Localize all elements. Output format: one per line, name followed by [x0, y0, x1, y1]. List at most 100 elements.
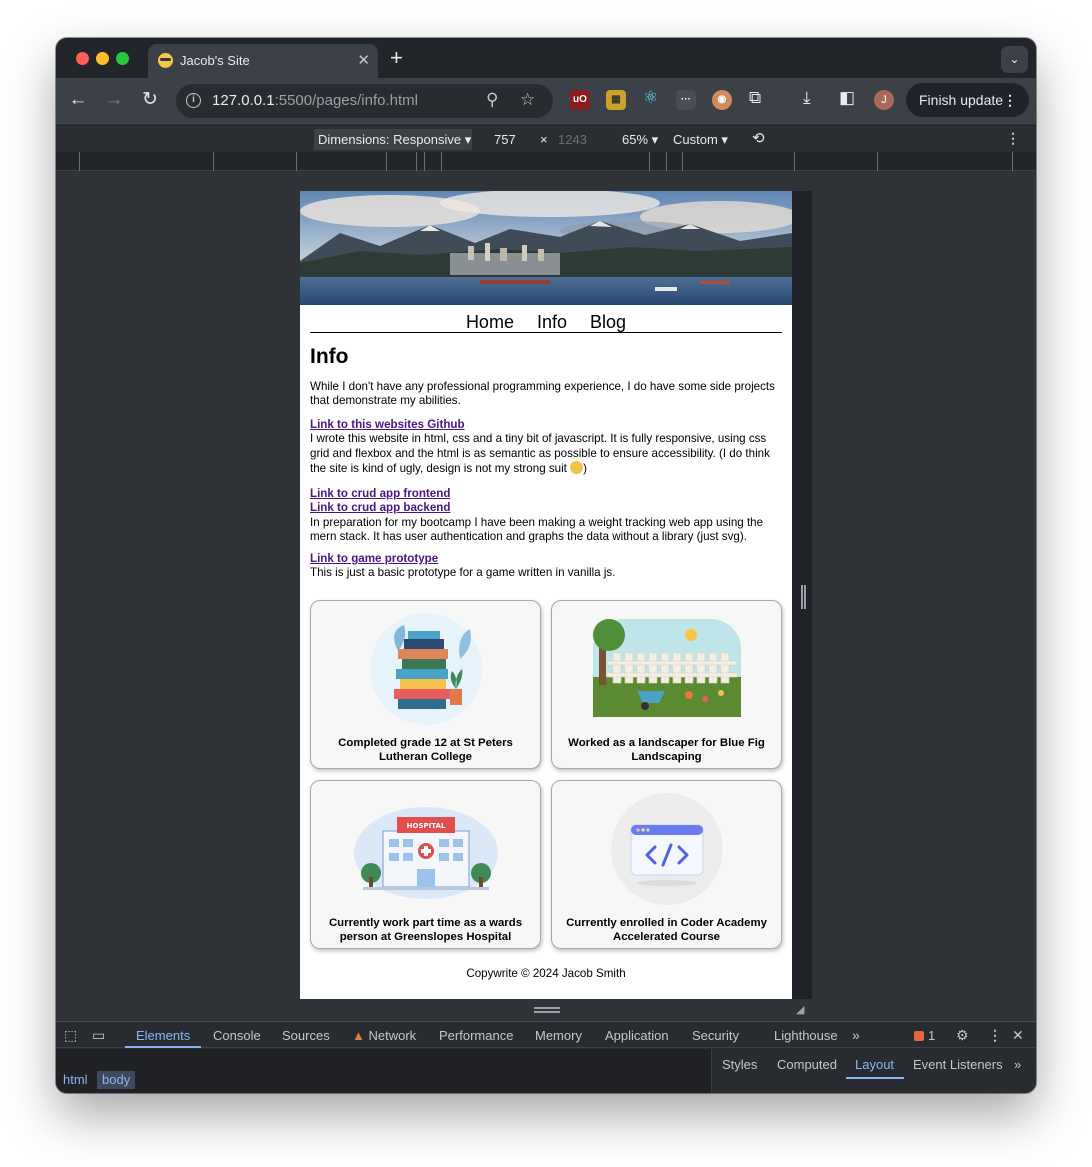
- favicon-icon: [158, 53, 173, 68]
- react-devtools-icon[interactable]: ⚛: [643, 88, 658, 108]
- inspect-element-icon[interactable]: ⬚: [64, 1027, 77, 1044]
- site-footer: Copywrite © 2024 Jacob Smith: [466, 967, 626, 980]
- width-input[interactable]: 757: [494, 132, 516, 147]
- svg-text:HOSPITAL: HOSPITAL: [406, 822, 445, 830]
- github-description-end: ): [583, 461, 588, 475]
- height-input[interactable]: 1243: [558, 132, 587, 147]
- tab-application[interactable]: Application: [605, 1028, 669, 1043]
- elements-tree: html body: [56, 1049, 711, 1093]
- back-button[interactable]: ←: [66, 88, 90, 112]
- rendered-page: Home Info Blog Info While I don't have a…: [300, 191, 792, 999]
- address-bar[interactable]: i 127.0.0.1:5500/pages/info.html ⚲ ☆: [176, 84, 553, 118]
- tab-memory[interactable]: Memory: [535, 1028, 582, 1043]
- tab-search-button[interactable]: ⌄: [1001, 46, 1028, 73]
- github-link[interactable]: Link to this websites Github: [310, 418, 465, 431]
- nav-blog-link[interactable]: Blog: [590, 312, 626, 332]
- nav-info-link[interactable]: Info: [537, 312, 567, 332]
- url-text[interactable]: 127.0.0.1:5500/pages/info.html: [212, 92, 418, 109]
- active-tab-indicator: [125, 1046, 201, 1048]
- finish-update-button[interactable]: Finish update ⋮: [906, 83, 1029, 117]
- card-coder-academy: Currently enrolled in Coder Academy Acce…: [551, 780, 782, 949]
- game-section: Link to game prototype This is just a ba…: [310, 552, 782, 581]
- card-landscaper: Worked as a landscaper for Blue Fig Land…: [551, 600, 782, 769]
- crud-frontend-link[interactable]: Link to crud app frontend: [310, 487, 450, 500]
- media-query-ruler: [56, 152, 1036, 171]
- card-caption: Worked as a landscaper for Blue Fig Land…: [568, 737, 765, 763]
- tab-title: Jacob's Site: [180, 53, 250, 68]
- breadcrumb-html[interactable]: html: [58, 1071, 93, 1089]
- bookmark-star-icon[interactable]: ☆: [520, 90, 535, 110]
- issues-badge[interactable]: 1: [914, 1028, 935, 1043]
- styles-sidebar: Styles Computed Layout Event Listeners »: [711, 1049, 1036, 1093]
- tab-strip: Jacob's Site ✕ + ⌄: [56, 38, 1036, 78]
- site-info-icon[interactable]: i: [186, 93, 201, 108]
- reload-button[interactable]: ↻: [138, 88, 162, 112]
- browser-tab[interactable]: Jacob's Site ✕: [148, 44, 378, 78]
- tab-lighthouse[interactable]: Lighthouse: [774, 1028, 838, 1043]
- close-devtools-icon[interactable]: ✕: [1012, 1027, 1024, 1044]
- zoom-select[interactable]: 65% ▾: [622, 132, 658, 148]
- page-heading: Info: [310, 345, 349, 368]
- more-extension-icon[interactable]: ···: [676, 90, 696, 110]
- new-tab-button[interactable]: +: [390, 45, 403, 71]
- dimension-times: ×: [540, 132, 548, 147]
- tab-console[interactable]: Console: [213, 1028, 261, 1043]
- tab-layout[interactable]: Layout: [855, 1057, 894, 1072]
- close-window-button[interactable]: [76, 52, 89, 65]
- more-side-tabs-icon[interactable]: »: [1014, 1057, 1021, 1072]
- ublock-extension-icon[interactable]: uO: [570, 90, 590, 110]
- width-resize-handle[interactable]: [801, 585, 806, 609]
- throttle-select[interactable]: Custom ▾: [673, 132, 728, 148]
- corner-resize-handle-icon[interactable]: ◢: [796, 1003, 804, 1016]
- maximize-window-button[interactable]: [116, 52, 129, 65]
- download-icon[interactable]: ⤓: [803, 88, 811, 108]
- side-panel-icon[interactable]: ◧: [839, 88, 855, 108]
- crud-backend-link[interactable]: Link to crud app backend: [310, 501, 450, 514]
- tab-performance[interactable]: Performance: [439, 1028, 513, 1043]
- github-section: Link to this websites Github I wrote thi…: [310, 418, 782, 476]
- header-banner-image: [300, 191, 792, 305]
- intro-paragraph: While I don't have any professional prog…: [310, 380, 775, 408]
- forward-button[interactable]: →: [102, 88, 126, 112]
- warning-icon: ▲: [352, 1028, 365, 1043]
- extension-icon[interactable]: ▦: [606, 90, 626, 110]
- tab-computed[interactable]: Computed: [777, 1057, 837, 1072]
- card-caption: Completed grade 12 at St Peters Lutheran…: [338, 737, 513, 763]
- browser-window: Jacob's Site ✕ + ⌄ ← → ↻ i 127.0.0.1:550…: [56, 38, 1036, 1093]
- garden-icon: [592, 619, 741, 717]
- more-tabs-icon[interactable]: »: [852, 1027, 860, 1043]
- card-school: Completed grade 12 at St Peters Lutheran…: [310, 600, 541, 769]
- tab-elements[interactable]: Elements: [136, 1028, 190, 1043]
- minimize-window-button[interactable]: [96, 52, 109, 65]
- close-tab-icon[interactable]: ✕: [357, 51, 370, 69]
- active-side-tab-indicator: [846, 1077, 904, 1079]
- zoom-icon[interactable]: ⚲: [486, 90, 498, 110]
- github-description: I wrote this website in html, css and a …: [310, 432, 770, 475]
- rotate-icon[interactable]: ⟲: [752, 129, 765, 147]
- breadcrumb-body[interactable]: body: [97, 1071, 136, 1089]
- crud-section: Link to crud app frontend Link to crud a…: [310, 487, 782, 544]
- devtools-tabbar: ⬚ ▭ Elements Console Sources ▲ Network P…: [56, 1022, 1036, 1048]
- menu-dots-icon[interactable]: ⋮: [1003, 83, 1017, 117]
- height-resize-handle[interactable]: [534, 1007, 560, 1013]
- card-hospital: HOSPITAL Currently work part time as a w…: [310, 780, 541, 949]
- tab-event-listeners[interactable]: Event Listeners: [913, 1057, 1003, 1072]
- settings-gear-icon[interactable]: ⚙: [956, 1027, 969, 1044]
- browser-toolbar: ← → ↻ i 127.0.0.1:5500/pages/info.html ⚲…: [56, 78, 1036, 124]
- code-window-icon: [610, 793, 723, 905]
- device-more-icon[interactable]: ⋮: [1006, 130, 1020, 147]
- nav-home-link[interactable]: Home: [466, 312, 514, 332]
- tab-sources[interactable]: Sources: [282, 1028, 330, 1043]
- profile-avatar[interactable]: J: [874, 90, 894, 110]
- tab-network[interactable]: ▲ Network: [352, 1028, 416, 1043]
- books-icon: [369, 613, 482, 725]
- devtools-panel: ⬚ ▭ Elements Console Sources ▲ Network P…: [56, 1021, 1036, 1093]
- glasses-extension-icon[interactable]: ◉: [712, 90, 732, 110]
- extensions-puzzle-icon[interactable]: ⧉: [749, 88, 761, 108]
- dimensions-select[interactable]: Dimensions: Responsive ▾: [314, 129, 472, 150]
- tab-styles[interactable]: Styles: [722, 1057, 757, 1072]
- devtools-menu-icon[interactable]: ⋮: [988, 1027, 1002, 1044]
- tab-security[interactable]: Security: [692, 1028, 739, 1043]
- device-toggle-icon[interactable]: ▭: [92, 1027, 105, 1044]
- game-link[interactable]: Link to game prototype: [310, 552, 438, 565]
